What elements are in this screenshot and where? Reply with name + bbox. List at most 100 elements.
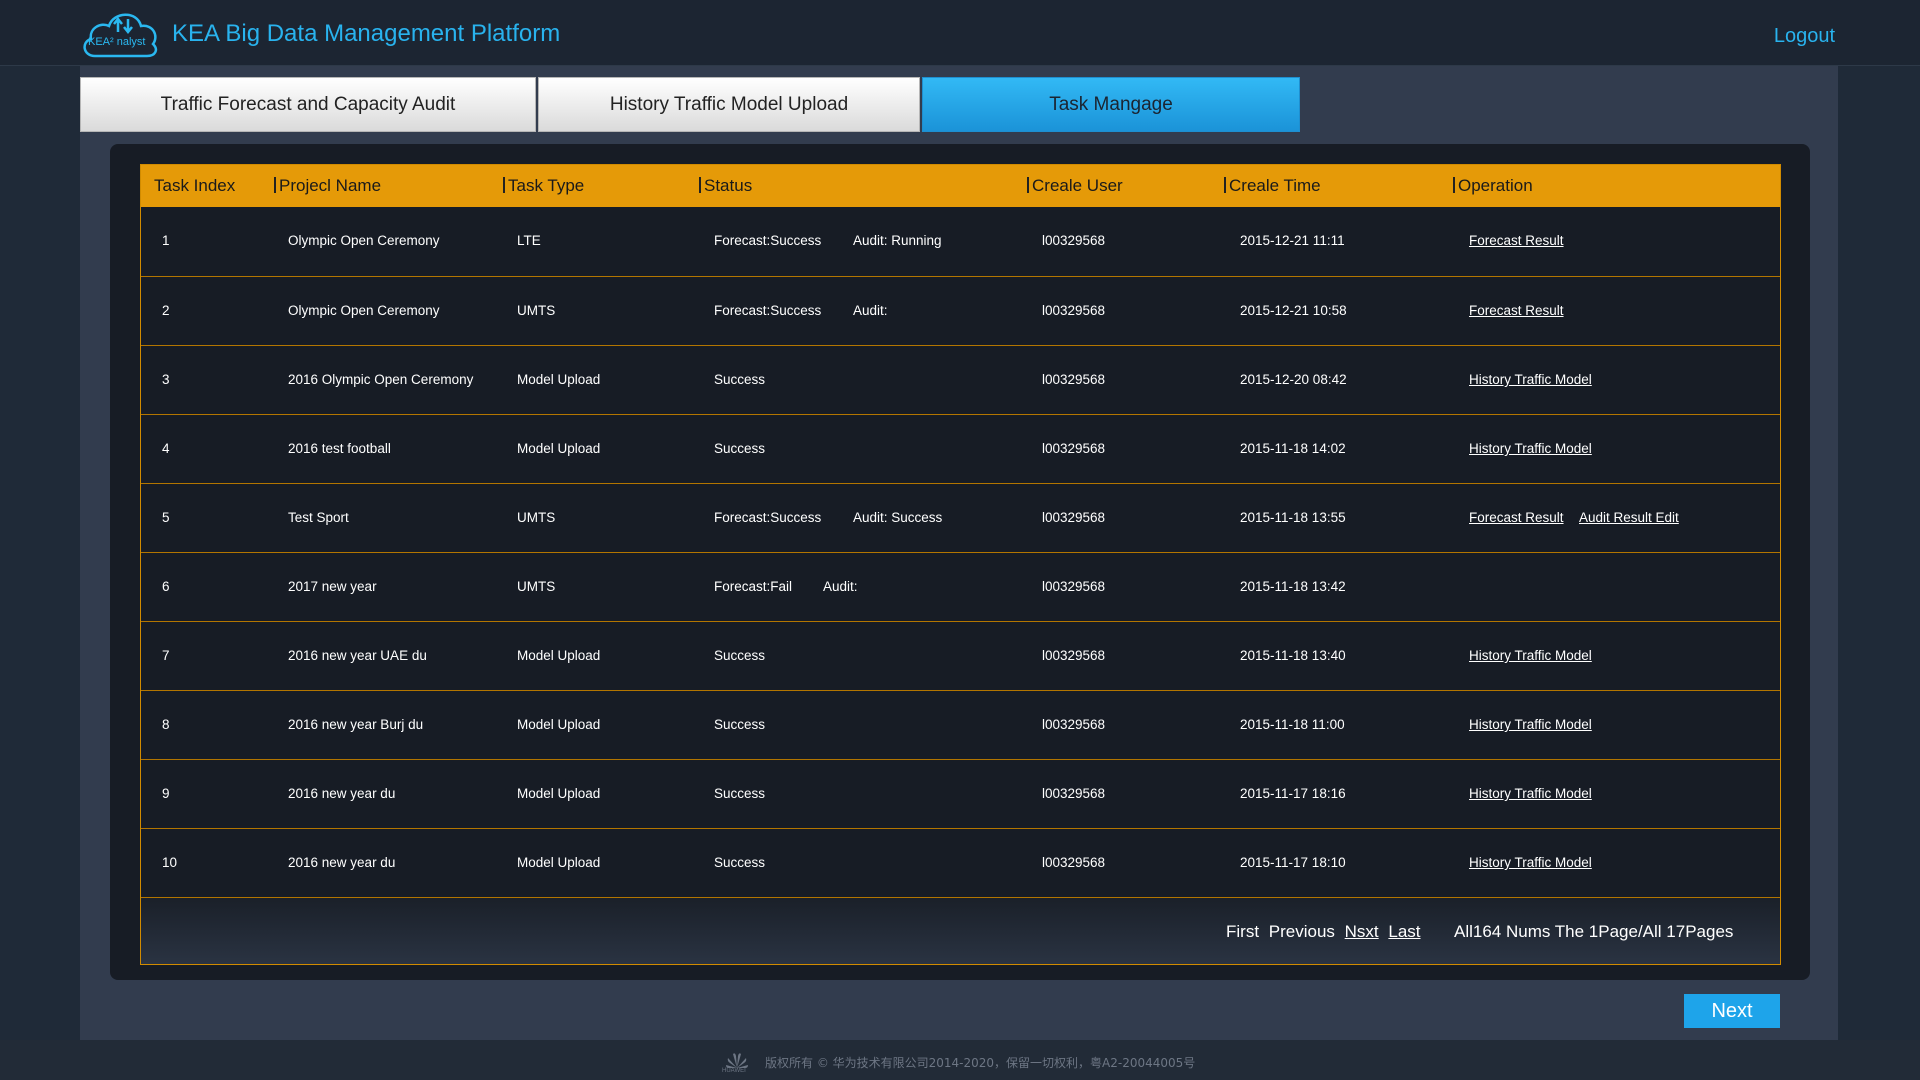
- table-row: 2 Olympic Open Ceremony UMTS Forecast:Succe…: [141, 276, 1780, 345]
- table-row: 4 2016 test football Model Upload Success l0…: [141, 414, 1780, 483]
- cell-create-user: l00329568: [1042, 303, 1106, 318]
- header-status-label: Status: [704, 176, 753, 195]
- cell-project-name: 2016 new year du: [288, 855, 396, 870]
- table-row: 1 Olympic Open Ceremony LTE Forecast:Succes…: [141, 207, 1780, 276]
- tab-history-upload[interactable]: History Traffic Model Upload: [538, 77, 920, 132]
- cell-task-type: UMTS: [517, 303, 556, 318]
- logout-link[interactable]: Logout: [1774, 25, 1835, 48]
- cell-task-index: 9: [162, 786, 170, 801]
- header-operation: Operation: [1453, 176, 1533, 196]
- header-create-time-label: Creale Time: [1229, 176, 1321, 195]
- cell-project-name: 2016 new year UAE du: [288, 648, 427, 663]
- cell-task-index: 1: [162, 233, 170, 248]
- cell-create-user: l00329568: [1042, 786, 1106, 801]
- cell-create-time: 2015-11-18 13:55: [1240, 510, 1346, 525]
- cell-project-name: 2016 new year Burj du: [288, 717, 424, 732]
- table-row: 9 2016 new year du Model Upload Success l003…: [141, 759, 1780, 828]
- cell-project-name: Olympic Open Ceremony: [288, 233, 440, 248]
- cell-task-index: 8: [162, 717, 170, 732]
- cell-create-time: 2015-12-21 10:58: [1240, 303, 1347, 318]
- pager-first[interactable]: First: [1226, 922, 1259, 941]
- cell-task-type: Model Upload: [517, 441, 601, 456]
- pagination-links: First Previous Nsxt Last: [1226, 922, 1426, 942]
- operation-link[interactable]: History Traffic Model: [1469, 648, 1592, 663]
- cell-task-type: UMTS: [517, 579, 556, 594]
- operation-link[interactable]: Forecast Result: [1469, 303, 1564, 318]
- header-task-type: Task Type: [503, 176, 584, 196]
- cell-status: Success: [714, 786, 766, 801]
- pager-previous[interactable]: Previous: [1269, 922, 1335, 941]
- cell-task-type: Model Upload: [517, 855, 601, 870]
- operation-link[interactable]: History Traffic Model: [1469, 855, 1592, 870]
- footer: HUAWEI 版权所有 © 华为技术有限公司2014-2020，保留一切权利，粤…: [0, 1040, 1920, 1080]
- task-table: Task Index Projecl Name Task Type Status…: [140, 164, 1781, 965]
- cell-audit-status: Audit: Running: [853, 233, 942, 248]
- cell-status: Success: [714, 372, 766, 387]
- operation-link[interactable]: Forecast Result: [1469, 233, 1564, 248]
- cell-status: Success: [714, 441, 766, 456]
- cell-create-user: l00329568: [1042, 579, 1106, 594]
- tab-task-manage[interactable]: Task Mangage: [922, 77, 1300, 132]
- cell-project-name: Olympic Open Ceremony: [288, 303, 440, 318]
- operation-link-secondary[interactable]: Audit Result Edit: [1579, 510, 1679, 525]
- header-create-user-label: Creale User: [1032, 176, 1123, 195]
- pager-last[interactable]: Last: [1388, 922, 1420, 941]
- cell-task-index: 6: [162, 579, 170, 594]
- header-create-time: Creale Time: [1224, 176, 1321, 196]
- header-task-type-label: Task Type: [508, 176, 585, 195]
- cell-audit-status: Audit:: [823, 579, 858, 594]
- app-title: KEA Big Data Management Platform: [172, 20, 561, 47]
- cell-project-name: Test Sport: [288, 510, 349, 525]
- cell-status: Success: [714, 855, 766, 870]
- operation-link[interactable]: History Traffic Model: [1469, 372, 1592, 387]
- next-button[interactable]: Next: [1684, 994, 1780, 1028]
- pagination-info: All164 Nums The 1Page/All 17Pages: [1454, 922, 1734, 941]
- footer-logo-text: HUAWEI: [722, 1068, 746, 1074]
- table-row: 3 2016 Olympic Open Ceremony Model Upload S…: [141, 345, 1780, 414]
- cell-create-user: l00329568: [1042, 441, 1106, 456]
- cell-create-time: 2015-11-18 13:42: [1240, 579, 1346, 594]
- cell-status: Forecast:Success: [714, 233, 822, 248]
- cell-create-user: l00329568: [1042, 855, 1106, 870]
- cell-task-index: 7: [162, 648, 170, 663]
- cell-task-type: LTE: [517, 233, 541, 248]
- header-operation-label: Operation: [1458, 176, 1533, 195]
- cell-task-type: Model Upload: [517, 786, 601, 801]
- cell-task-type: Model Upload: [517, 717, 601, 732]
- cell-status: Forecast:Success: [714, 510, 822, 525]
- cell-create-time: 2015-11-17 18:10: [1240, 855, 1346, 870]
- operation-link[interactable]: Forecast Result: [1469, 510, 1564, 525]
- cell-create-user: l00329568: [1042, 717, 1106, 732]
- tab-bar: Traffic Forecast and Capacity Audit Hist…: [80, 77, 1302, 132]
- cell-task-type: UMTS: [517, 510, 556, 525]
- header-task-index: Task Index: [154, 176, 236, 195]
- pager-next[interactable]: Nsxt: [1345, 922, 1379, 941]
- top-bar: KEA² nalyst KEA Big Data Management Plat…: [0, 0, 1920, 66]
- table-row: 6 2017 new year UMTS Forecast:Fail Audit: l00…: [141, 552, 1780, 621]
- cell-audit-status: Audit: Success: [853, 510, 943, 525]
- cell-create-time: 2015-11-17 18:16: [1240, 786, 1346, 801]
- header-project-name: Projecl Name: [274, 176, 381, 196]
- cell-create-time: 2015-11-18 13:40: [1240, 648, 1346, 663]
- cell-create-user: l00329568: [1042, 372, 1106, 387]
- cell-create-time: 2015-12-21 11:11: [1240, 233, 1345, 248]
- cell-project-name: 2016 Olympic Open Ceremony: [288, 372, 474, 387]
- table-row: 7 2016 new year UAE du Model Upload Success…: [141, 621, 1780, 690]
- cell-task-index: 5: [162, 510, 170, 525]
- tab-traffic-forecast[interactable]: Traffic Forecast and Capacity Audit: [80, 77, 536, 132]
- table-header: Task Index Projecl Name Task Type Status…: [141, 165, 1780, 207]
- operation-link[interactable]: History Traffic Model: [1469, 441, 1592, 456]
- cell-status: Forecast:Success: [714, 303, 822, 318]
- operation-link[interactable]: History Traffic Model: [1469, 717, 1592, 732]
- cell-create-user: l00329568: [1042, 510, 1106, 525]
- cell-task-index: 4: [162, 441, 170, 456]
- header-project-name-label: Projecl Name: [279, 176, 382, 195]
- table-row: 8 2016 new year Burj du Model Upload Succes…: [141, 690, 1780, 759]
- cell-task-index: 10: [162, 855, 178, 870]
- cell-task-type: Model Upload: [517, 648, 601, 663]
- cell-audit-status: Audit:: [853, 303, 888, 318]
- cell-project-name: 2016 new year du: [288, 786, 396, 801]
- logo-text: KEA² nalyst: [88, 36, 146, 48]
- operation-link[interactable]: History Traffic Model: [1469, 786, 1592, 801]
- table-body: 1 Olympic Open Ceremony LTE Forecast:Succes…: [141, 207, 1780, 897]
